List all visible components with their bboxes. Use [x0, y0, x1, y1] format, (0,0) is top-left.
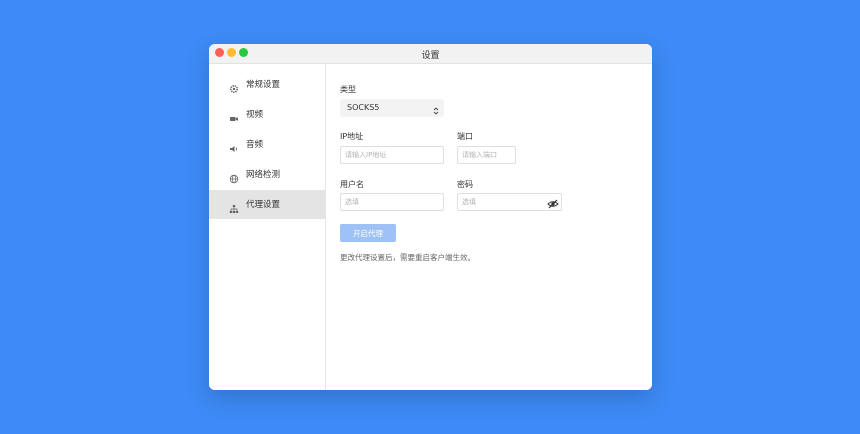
- password-label: 密码: [457, 180, 473, 189]
- proxy-type-value: SOCKS5: [347, 103, 380, 112]
- ip-address-label: IP地址: [340, 132, 364, 141]
- restart-note: 更改代理设置后，需要重启客户端生效。: [340, 253, 475, 262]
- proxy-settings-panel: 类型 SOCKS5 IP地址 端口 用户名 密码: [326, 64, 652, 390]
- video-icon: [229, 109, 239, 121]
- sidebar-item-general[interactable]: 常规设置: [209, 70, 326, 99]
- sidebar-item-audio[interactable]: 音频: [209, 130, 326, 159]
- sidebar-item-label: 网络检测: [246, 170, 281, 180]
- port-label: 端口: [457, 132, 473, 141]
- proxy-type-select[interactable]: SOCKS5: [340, 99, 444, 117]
- toggle-password-visibility-icon[interactable]: [546, 195, 560, 209]
- sidebar-item-video[interactable]: 视频: [209, 100, 326, 129]
- proxy-type-label: 类型: [340, 85, 356, 94]
- port-input[interactable]: [457, 146, 516, 164]
- window-title: 设置: [421, 51, 440, 61]
- username-input[interactable]: [340, 193, 444, 211]
- speaker-icon: [229, 139, 239, 152]
- sidebar-item-network-check[interactable]: 网络检测: [209, 160, 326, 189]
- username-label: 用户名: [340, 180, 364, 189]
- settings-sidebar: 常规设置 视频 音频 网络检测 代理设置: [209, 64, 326, 390]
- globe-icon: [229, 169, 239, 184]
- settings-window: 设置 常规设置 视频 音频 网络检测 代理设置 类型 SOCKS5 IP地址 请…: [209, 44, 652, 390]
- ip-address-input[interactable]: [340, 146, 444, 164]
- enable-proxy-button[interactable]: 开启代理: [340, 224, 396, 242]
- sidebar-item-label: 音频: [246, 140, 264, 150]
- network-tree-icon: [229, 199, 239, 213]
- sidebar-item-label: 常规设置: [246, 80, 281, 90]
- title-bar: 设置: [209, 44, 652, 64]
- gear-icon: [229, 79, 239, 94]
- sidebar-item-label: 代理设置: [246, 200, 281, 210]
- sidebar-item-label: 视频: [246, 110, 264, 120]
- select-arrows-icon: [432, 102, 440, 115]
- sidebar-item-proxy-settings[interactable]: 代理设置: [209, 190, 326, 219]
- password-field-wrapper: [457, 193, 562, 211]
